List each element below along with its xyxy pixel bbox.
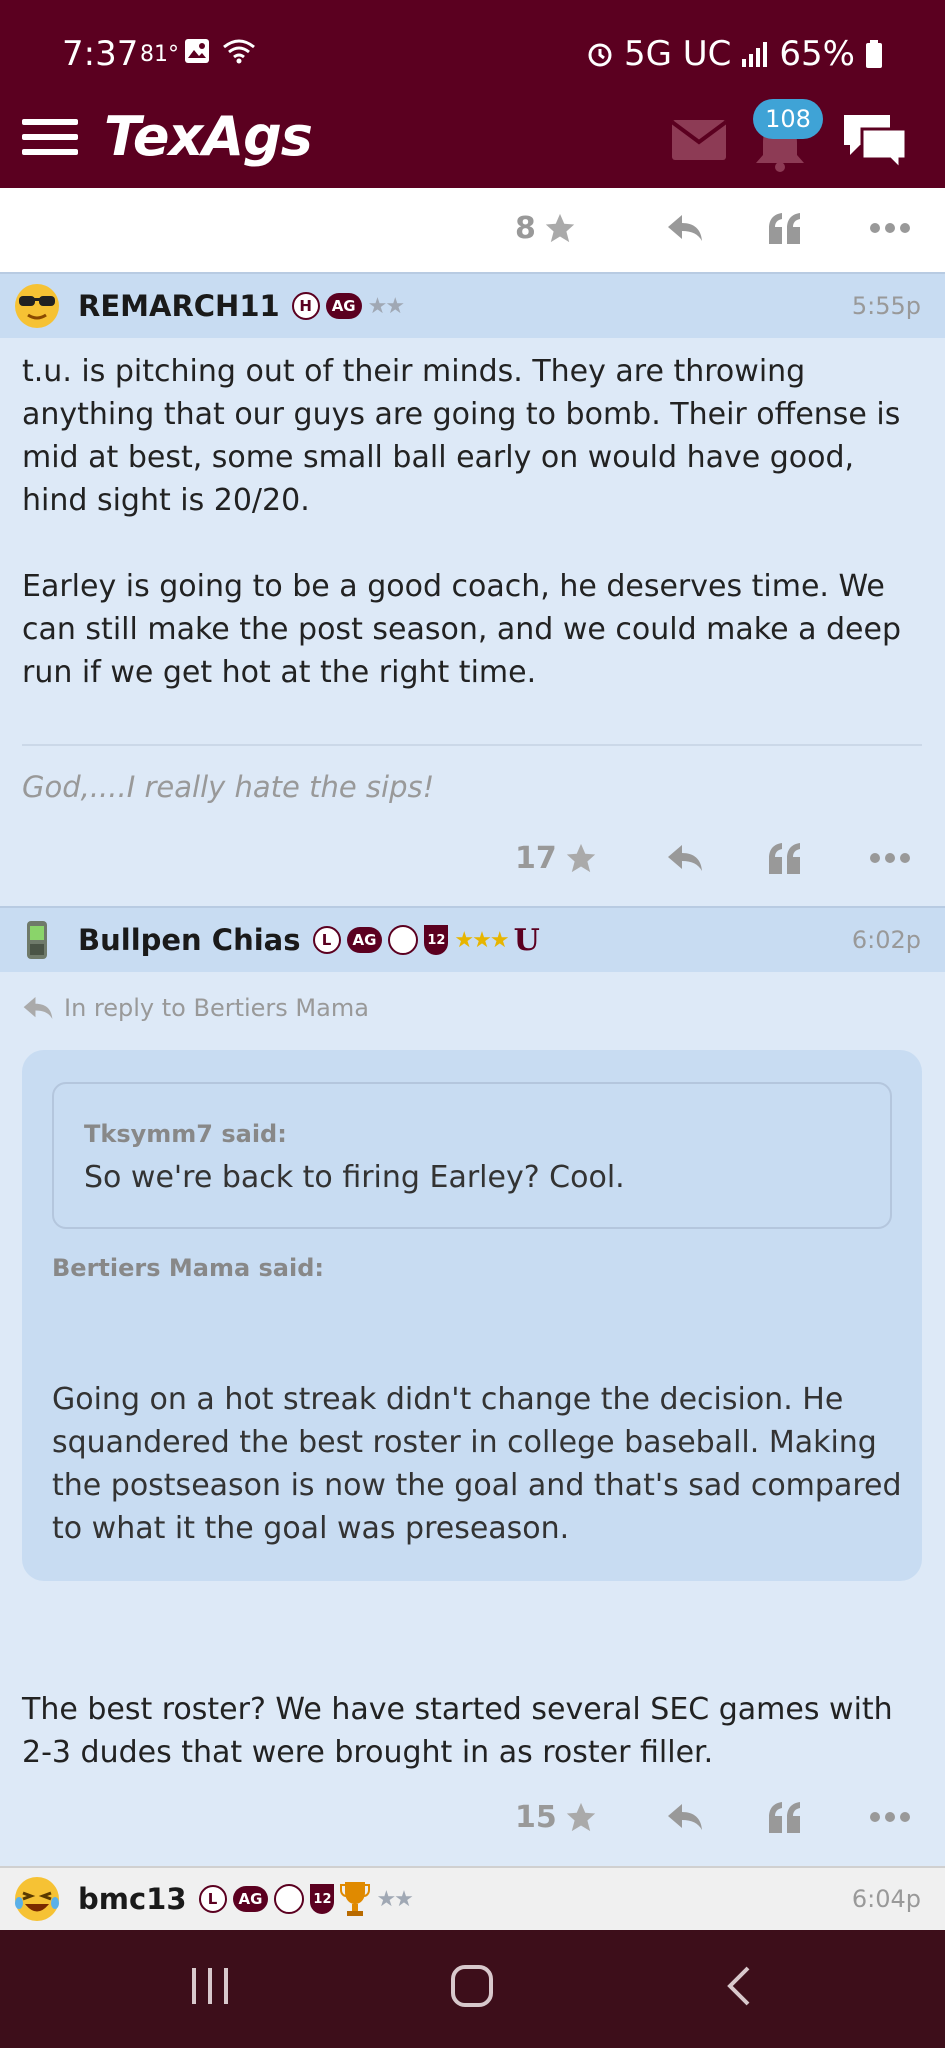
- baseball-badge-icon: [388, 925, 419, 955]
- rating-count: 17: [515, 840, 557, 876]
- recent-apps-icon[interactable]: [188, 1962, 232, 2010]
- baseball-badge-icon: [274, 1884, 305, 1914]
- phone-icon: [27, 921, 47, 959]
- quote-button[interactable]: [735, 212, 835, 244]
- more-button[interactable]: [835, 222, 945, 234]
- more-button[interactable]: [835, 852, 945, 864]
- chat-icon[interactable]: [840, 111, 910, 171]
- quote-author: Bertiers Mama said:: [52, 1254, 324, 1282]
- more-icon: [870, 1812, 910, 1822]
- network-label: 5G UC: [624, 34, 732, 74]
- rank-stars: ★★: [376, 1886, 413, 1912]
- reply-icon: [668, 845, 702, 871]
- menu-icon[interactable]: [22, 113, 78, 163]
- post-time[interactable]: 5:55p: [852, 292, 921, 320]
- star-icon: [566, 843, 595, 873]
- home-icon[interactable]: [450, 1962, 494, 2010]
- battery-icon: [866, 40, 882, 68]
- star-icon: [566, 1802, 595, 1832]
- quote-button[interactable]: [735, 842, 835, 874]
- post-header: bmc13 L AG 12 ★★ 6:04p: [0, 1866, 945, 1930]
- more-button[interactable]: [835, 1811, 945, 1823]
- reply-icon: [668, 215, 702, 241]
- post-actions: 17: [0, 818, 945, 898]
- badge-ag: AG: [346, 927, 383, 953]
- signature-divider: [22, 744, 922, 746]
- alarm-icon: [588, 43, 612, 67]
- badge-ag: AG: [232, 1886, 269, 1912]
- mail-icon[interactable]: [672, 120, 726, 160]
- signature: God,....I really hate the sips!: [22, 770, 435, 804]
- rank-stars: ★★★: [454, 927, 509, 953]
- reply-button[interactable]: [635, 843, 735, 873]
- avatar[interactable]: [12, 915, 62, 965]
- rating-count: 8: [515, 210, 536, 246]
- post-body-paragraph: Earley is going to be a good coach, he d…: [22, 569, 902, 690]
- status-time: 7:37: [62, 34, 139, 74]
- rating-button[interactable]: 15: [515, 1800, 635, 1835]
- image-icon: [185, 39, 209, 63]
- texags-logo[interactable]: TexAgs: [104, 105, 313, 168]
- laughing-emoji-icon: [15, 1877, 59, 1921]
- username[interactable]: bmc13: [78, 1882, 187, 1916]
- reply-icon: [23, 997, 53, 1019]
- system-nav-bar: [0, 1930, 945, 2048]
- battery-label: 65%: [779, 34, 855, 74]
- badge-u: U: [513, 922, 540, 958]
- username[interactable]: Bullpen Chias: [78, 923, 301, 957]
- trophy-icon: [340, 1882, 371, 1916]
- reply-button[interactable]: [635, 213, 735, 243]
- sunglasses-emoji-icon: [15, 284, 59, 328]
- badge-12: 12: [310, 1884, 335, 1914]
- rating-count: 15: [515, 1799, 557, 1835]
- rating-button[interactable]: 17: [515, 841, 635, 876]
- status-bar: 7:37 81° 5G UC 65%: [0, 0, 945, 105]
- post-header: Bullpen Chias L AG 12 ★★★ U 6:02p: [0, 906, 945, 972]
- in-reply-text: In reply to Bertiers Mama: [64, 994, 369, 1022]
- more-icon: [870, 853, 910, 863]
- back-icon[interactable]: [718, 1962, 762, 2010]
- avatar[interactable]: [12, 281, 62, 331]
- post-body-paragraph: t.u. is pitching out of their minds. The…: [22, 354, 901, 518]
- signal-icon: [742, 42, 768, 67]
- badge-12: 12: [424, 925, 449, 955]
- nested-quote: Tksymm7 said: So we're back to firing Ea…: [52, 1082, 892, 1229]
- star-icon: [545, 213, 575, 243]
- username[interactable]: REMARCH11: [78, 289, 280, 323]
- post-time[interactable]: 6:02p: [852, 926, 921, 954]
- avatar[interactable]: [12, 1874, 62, 1924]
- status-temp: 81°: [140, 42, 179, 67]
- more-icon: [870, 223, 910, 233]
- quote-icon: [769, 843, 800, 874]
- post-body-paragraph: The best roster? We have started several…: [22, 1692, 893, 1770]
- nested-quote-author: Tksymm7 said:: [84, 1120, 287, 1148]
- rating-button[interactable]: 8: [515, 211, 635, 246]
- rank-stars: ★★: [367, 293, 405, 319]
- post-actions: 8: [0, 188, 945, 268]
- reply-button[interactable]: [635, 1802, 735, 1832]
- wifi-icon: [223, 39, 255, 64]
- quote-button[interactable]: [735, 1801, 835, 1833]
- badge-l: L: [312, 926, 341, 954]
- nested-quote-text: So we're back to firing Earley? Cool.: [84, 1160, 625, 1195]
- badge-h: H: [291, 292, 320, 320]
- notification-badge[interactable]: 108: [753, 99, 823, 139]
- in-reply-link[interactable]: In reply to Bertiers Mama: [22, 994, 369, 1022]
- quote-block: Tksymm7 said: So we're back to firing Ea…: [22, 1050, 922, 1581]
- badge-ag: AG: [325, 293, 362, 319]
- quote-text: Going on a hot streak didn't change the …: [52, 1382, 902, 1546]
- post-actions: 15: [0, 1777, 945, 1857]
- reply-icon: [668, 1804, 702, 1830]
- post-header: REMARCH11 H AG ★★ 5:55p: [0, 272, 945, 338]
- quote-icon: [769, 1802, 800, 1833]
- badge-l: L: [198, 1885, 227, 1913]
- post-time[interactable]: 6:04p: [852, 1885, 921, 1913]
- quote-icon: [769, 213, 800, 244]
- app-bar: TexAgs 108: [0, 99, 945, 188]
